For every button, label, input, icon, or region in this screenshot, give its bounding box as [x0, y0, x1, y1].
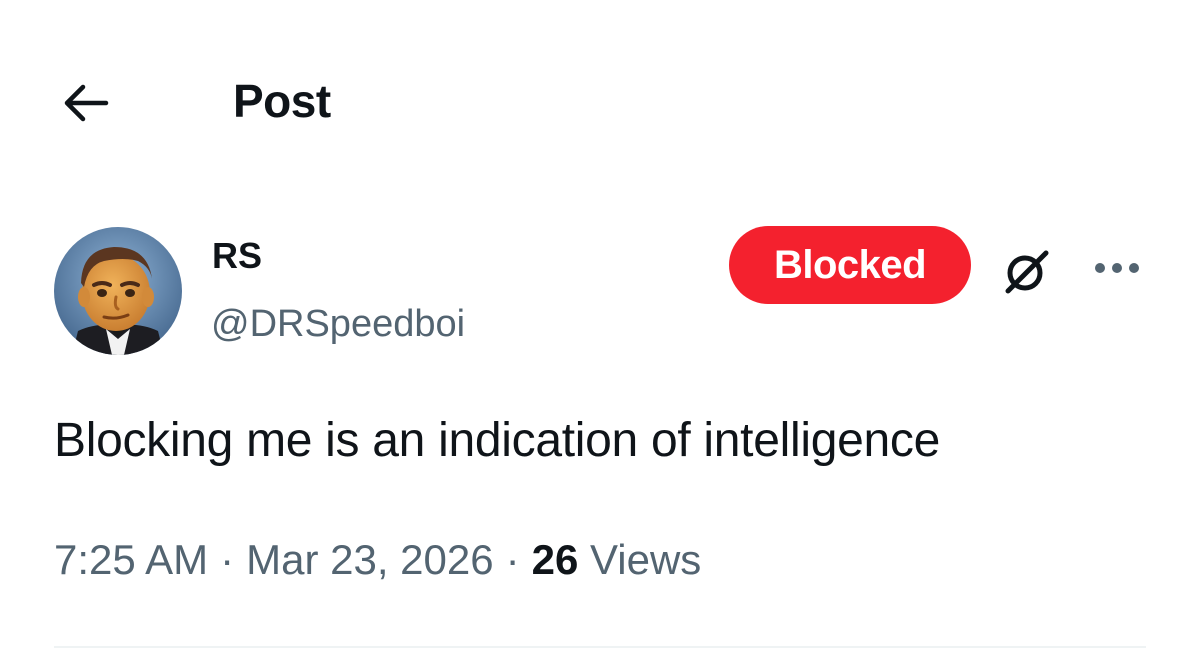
cartoon-avatar [54, 227, 182, 355]
views-label: Views [590, 536, 702, 583]
page-title: Post [233, 75, 331, 127]
post: RS @DRSpeedboi Blocked Blocking me is an… [0, 190, 1200, 664]
avatar[interactable] [54, 227, 182, 355]
more-horizontal-icon [1095, 263, 1139, 273]
arrow-left-icon [64, 84, 109, 122]
author-handle[interactable]: @DRSpeedboi [211, 300, 465, 348]
meta-separator: · [505, 536, 520, 583]
post-date[interactable]: Mar 23, 2026 [246, 536, 494, 583]
top-bar: Post [0, 0, 1200, 190]
author-display-name[interactable]: RS [212, 232, 262, 280]
post-time[interactable]: 7:25 AM [54, 536, 208, 583]
more-options-button[interactable] [1088, 248, 1146, 288]
views-count: 26 [531, 536, 579, 583]
post-text: Blocking me is an indication of intellig… [54, 414, 940, 467]
meta-separator: · [220, 536, 235, 583]
back-button[interactable] [50, 72, 120, 134]
blocked-button[interactable]: Blocked [729, 226, 971, 304]
grok-button[interactable] [995, 240, 1059, 302]
divider [54, 646, 1146, 648]
grok-icon [1005, 250, 1049, 294]
post-metadata: 7:25 AM · Mar 23, 2026 · 26 Views [54, 532, 701, 588]
